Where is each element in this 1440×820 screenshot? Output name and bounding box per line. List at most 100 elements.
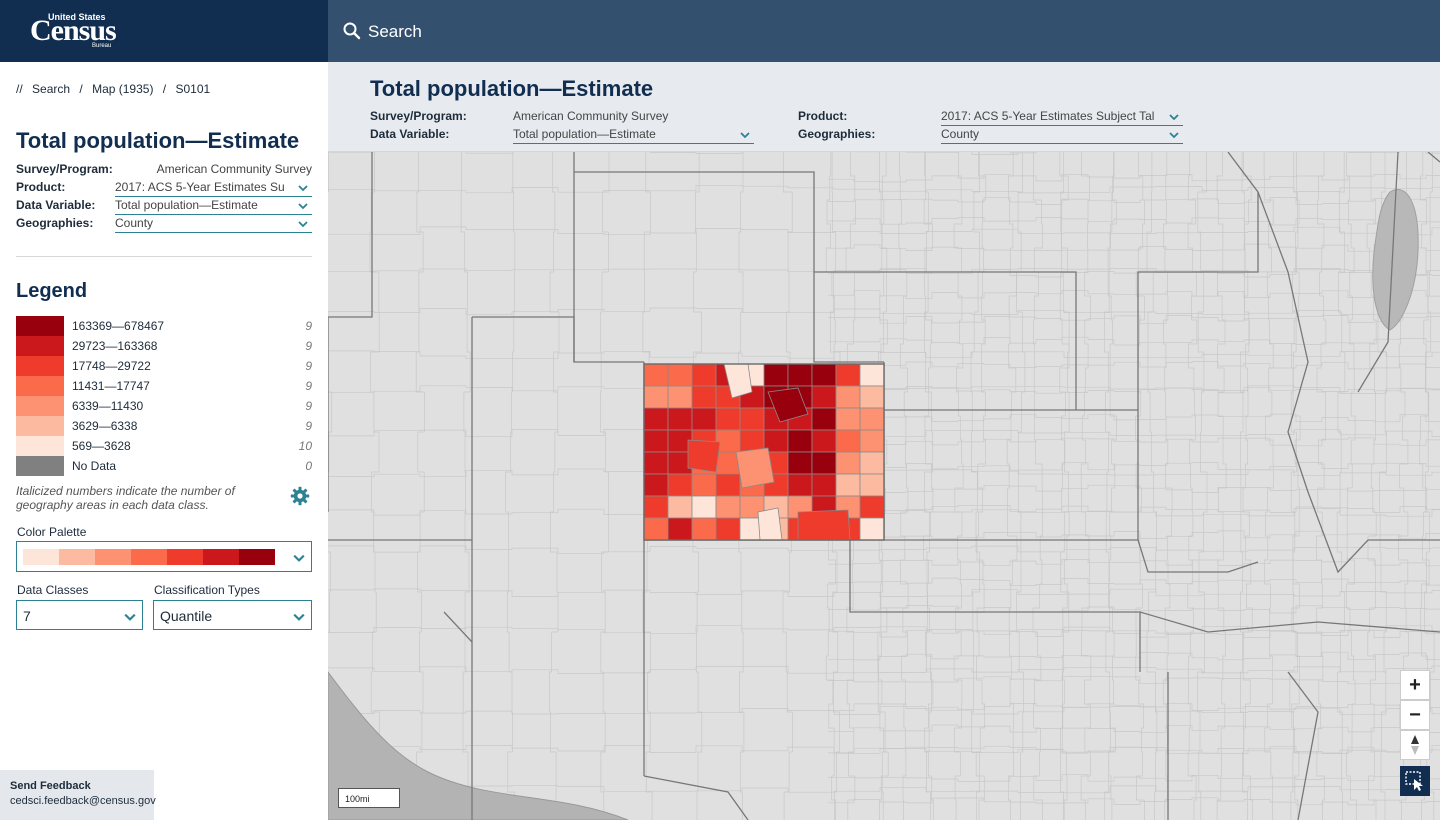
- county-polygon[interactable]: [667, 473, 693, 497]
- county-polygon[interactable]: [667, 407, 693, 431]
- county-polygon[interactable]: [835, 407, 861, 431]
- map-survey-field: Survey/Program: American Community Surve…: [370, 109, 676, 127]
- color-palette-select[interactable]: [16, 541, 312, 572]
- zoom-out-button[interactable]: −: [1400, 700, 1430, 730]
- county-polygon[interactable]: [735, 447, 775, 489]
- county-line: [328, 706, 1440, 715]
- county-polygon[interactable]: [859, 517, 885, 541]
- county-polygon[interactable]: [787, 429, 813, 453]
- county-polygon[interactable]: [757, 507, 783, 541]
- county-polygon[interactable]: [739, 407, 765, 431]
- feedback-email[interactable]: cedsci.feedback@census.gov: [10, 795, 156, 807]
- legend-count: 9: [305, 419, 312, 433]
- county-polygon[interactable]: [859, 451, 885, 475]
- colorado-counties[interactable]: [643, 363, 885, 541]
- choropleth-map[interactable]: + − 100mi: [328, 152, 1440, 820]
- zoom-in-button[interactable]: +: [1400, 670, 1430, 700]
- county-line: [828, 577, 1440, 586]
- county-polygon[interactable]: [643, 451, 669, 475]
- county-polygon[interactable]: [811, 385, 837, 409]
- legend-swatch: [16, 456, 64, 476]
- logo-line-2: Census: [30, 14, 117, 47]
- county-polygon[interactable]: [811, 473, 837, 497]
- county-polygon[interactable]: [691, 363, 717, 387]
- county-polygon[interactable]: [715, 517, 741, 541]
- county-polygon[interactable]: [859, 495, 885, 519]
- county-polygon[interactable]: [691, 517, 717, 541]
- county-polygon[interactable]: [687, 439, 721, 473]
- gear-icon[interactable]: [290, 486, 310, 506]
- county-polygon[interactable]: [667, 385, 693, 409]
- legend-label: 17748—29722: [72, 359, 151, 373]
- compass-button[interactable]: [1400, 730, 1430, 760]
- county-polygon[interactable]: [811, 451, 837, 475]
- county-polygon[interactable]: [643, 363, 669, 387]
- county-line: [828, 797, 1440, 806]
- search-bar[interactable]: Search: [328, 0, 1440, 62]
- legend-count: 9: [305, 339, 312, 353]
- map-variable-dropdown[interactable]: Total population—Estimate: [513, 127, 754, 144]
- county-polygon[interactable]: [811, 407, 837, 431]
- geographies-dropdown[interactable]: County: [115, 216, 312, 233]
- county-polygon[interactable]: [811, 429, 837, 453]
- county-polygon[interactable]: [691, 473, 717, 497]
- chevron-down-icon: [1169, 132, 1179, 139]
- breadcrumb-table[interactable]: S0101: [175, 82, 210, 96]
- county-polygon[interactable]: [859, 473, 885, 497]
- county-polygon[interactable]: [691, 385, 717, 409]
- logo-line-3: Bureau: [92, 43, 112, 49]
- county-polygon[interactable]: [643, 517, 669, 541]
- county-polygon[interactable]: [715, 407, 741, 431]
- survey-field: Survey/Program: American Community Surve…: [16, 162, 312, 180]
- map-title: Total population—Estimate: [370, 76, 654, 101]
- chevron-down-icon: [293, 554, 305, 562]
- county-polygon[interactable]: [835, 429, 861, 453]
- county-polygon[interactable]: [835, 363, 861, 387]
- search-input[interactable]: Search: [368, 22, 422, 42]
- county-polygon[interactable]: [667, 495, 693, 519]
- county-line: [328, 588, 1440, 597]
- county-polygon[interactable]: [691, 495, 717, 519]
- county-polygon[interactable]: [667, 363, 693, 387]
- county-polygon[interactable]: [859, 407, 885, 431]
- state-boundary: [813, 272, 884, 363]
- county-polygon[interactable]: [811, 363, 837, 387]
- county-polygon[interactable]: [691, 407, 717, 431]
- county-polygon[interactable]: [859, 429, 885, 453]
- county-polygon[interactable]: [787, 473, 813, 497]
- county-polygon[interactable]: [763, 363, 789, 387]
- data-classes-select[interactable]: 7: [16, 600, 143, 630]
- county-polygon[interactable]: [859, 363, 885, 387]
- county-polygon[interactable]: [835, 385, 861, 409]
- map-geographies-dropdown[interactable]: County: [941, 127, 1183, 144]
- county-polygon[interactable]: [667, 517, 693, 541]
- legend-label: 29723—163368: [72, 339, 158, 353]
- classification-select[interactable]: Quantile: [153, 600, 312, 630]
- county-polygon[interactable]: [797, 509, 851, 541]
- county-polygon[interactable]: [715, 495, 741, 519]
- county-polygon[interactable]: [835, 451, 861, 475]
- map-canvas[interactable]: [328, 152, 1440, 820]
- county-polygon[interactable]: [715, 473, 741, 497]
- county-polygon[interactable]: [643, 385, 669, 409]
- map-product-dropdown[interactable]: 2017: ACS 5-Year Estimates Subject Tal: [941, 109, 1183, 126]
- county-polygon[interactable]: [643, 473, 669, 497]
- product-dropdown[interactable]: 2017: ACS 5-Year Estimates Su: [115, 180, 312, 197]
- legend-count: 9: [305, 399, 312, 413]
- geographies-label: Geographies:: [16, 216, 94, 230]
- county-polygon[interactable]: [835, 473, 861, 497]
- county-polygon[interactable]: [643, 429, 669, 453]
- county-polygon[interactable]: [643, 495, 669, 519]
- county-polygon[interactable]: [643, 407, 669, 431]
- county-polygon[interactable]: [859, 385, 885, 409]
- send-feedback-button[interactable]: Send Feedback cedsci.feedback@census.gov: [0, 770, 156, 820]
- select-tool-button[interactable]: [1400, 766, 1430, 796]
- variable-dropdown[interactable]: Total population—Estimate: [115, 198, 312, 215]
- county-polygon[interactable]: [787, 451, 813, 475]
- county-polygon[interactable]: [787, 363, 813, 387]
- breadcrumb-map[interactable]: Map (1935): [92, 82, 153, 96]
- breadcrumb-search[interactable]: Search: [32, 82, 70, 96]
- county-polygon[interactable]: [715, 429, 741, 453]
- chevron-down-icon: [740, 132, 750, 139]
- county-line: [1346, 152, 1357, 820]
